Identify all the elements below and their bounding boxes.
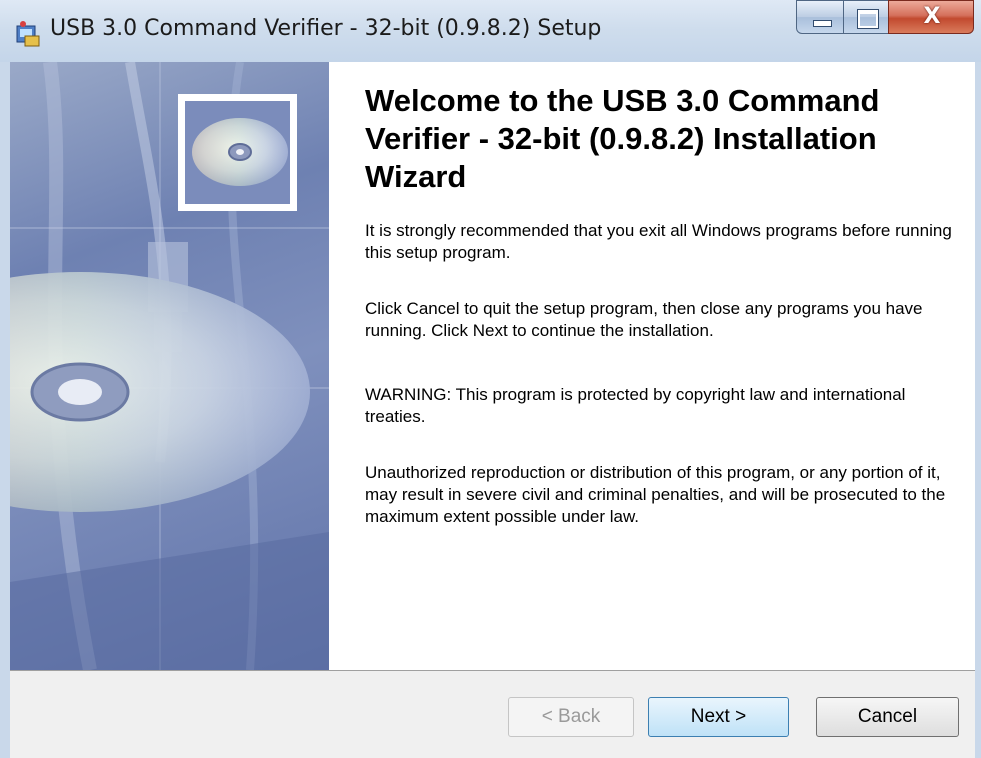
maximize-icon (858, 10, 878, 28)
wizard-heading: Welcome to the USB 3.0 Command Verifier … (365, 83, 880, 194)
close-button[interactable]: X (888, 0, 974, 34)
cancel-button[interactable]: Cancel (816, 697, 959, 737)
maximize-button[interactable] (843, 0, 889, 34)
title-bar[interactable]: USB 3.0 Command Verifier - 32-bit (0.9.8… (0, 0, 981, 62)
next-button[interactable]: Next > (648, 697, 789, 737)
wizard-content: Welcome to the USB 3.0 Command Verifier … (329, 62, 975, 670)
intro-paragraph: It is strongly recommended that you exit… (365, 221, 952, 262)
setup-installer-icon (16, 21, 40, 47)
window-title: USB 3.0 Command Verifier - 32-bit (0.9.8… (50, 16, 602, 41)
setup-window: USB 3.0 Command Verifier - 32-bit (0.9.8… (0, 0, 981, 758)
caption-buttons: X (796, 0, 974, 36)
back-button[interactable]: < Back (508, 697, 634, 737)
legal-paragraph: Unauthorized reproduction or distributio… (365, 463, 946, 526)
minimize-icon (813, 20, 832, 27)
minimize-button[interactable] (796, 0, 844, 34)
close-icon: X (923, 4, 941, 29)
banner-artwork (10, 62, 329, 670)
wizard-client-area: Welcome to the USB 3.0 Command Verifier … (10, 62, 975, 758)
instructions-paragraph: Click Cancel to quit the setup program, … (365, 299, 923, 340)
wizard-banner-image (10, 62, 329, 670)
cd-disc-icon (192, 118, 288, 186)
wizard-button-bar: < Back Next > Cancel (10, 671, 975, 758)
warning-paragraph: WARNING: This program is protected by co… (365, 385, 906, 426)
